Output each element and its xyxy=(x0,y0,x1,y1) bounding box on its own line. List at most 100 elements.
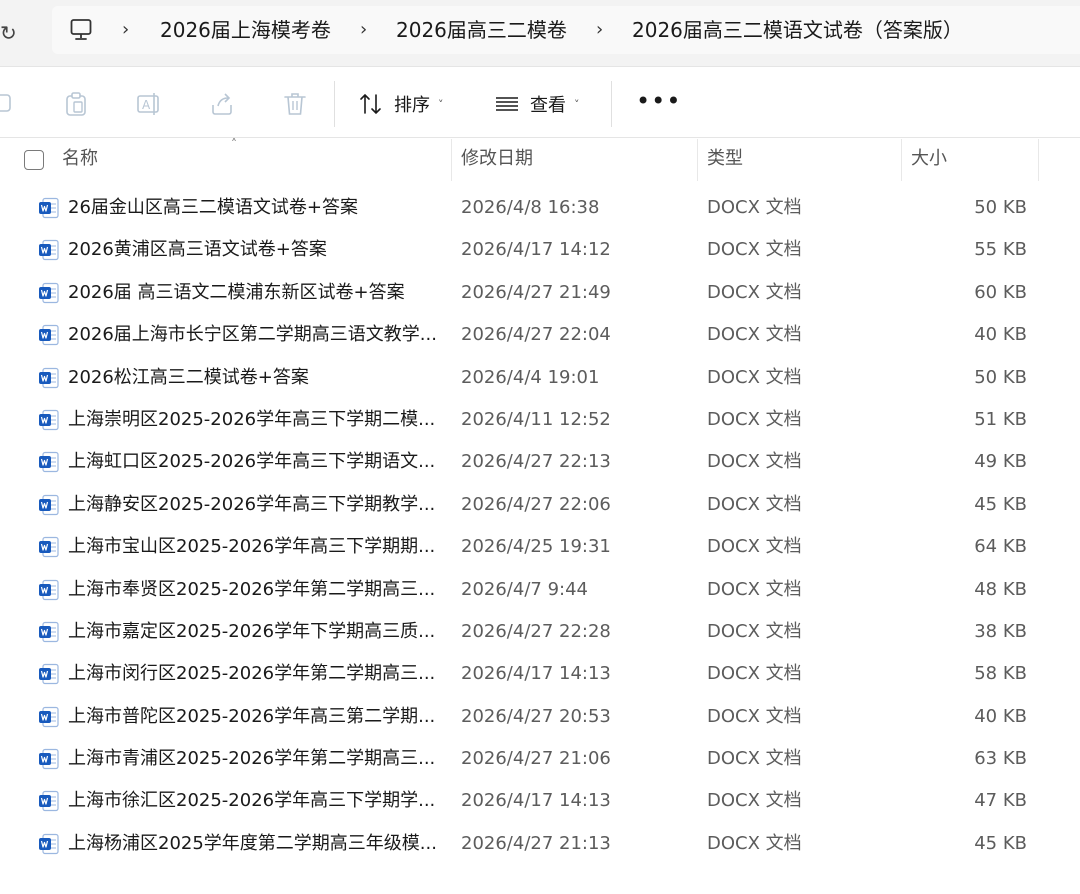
chevron-right-icon[interactable]: › xyxy=(596,18,603,42)
chevron-right-icon[interactable]: › xyxy=(122,18,129,42)
sort-icon xyxy=(360,93,381,115)
file-size: 64 KB xyxy=(974,536,1027,558)
rename-icon[interactable]: A xyxy=(136,91,162,117)
chevron-right-icon[interactable]: › xyxy=(360,18,367,42)
file-row[interactable]: 2026届上海市长宁区第二学期高三语文教学... 2026/4/27 22:04 D… xyxy=(0,314,1080,356)
file-size: 58 KB xyxy=(974,663,1027,685)
file-name: 上海市普陀区2025-2026学年高三第二学期... xyxy=(68,705,436,727)
chevron-down-icon: ˅ xyxy=(574,97,580,111)
file-row[interactable]: 上海市闵行区2025-2026学年第二学期高三... 2026/4/17 14:1… xyxy=(0,653,1080,695)
file-row[interactable]: 上海虹口区2025-2026学年高三下学期语文... 2026/4/27 22:1… xyxy=(0,441,1080,483)
file-modified-date: 2026/4/11 12:52 xyxy=(461,408,611,430)
file-modified-date: 2026/4/27 22:06 xyxy=(461,493,611,515)
file-modified-date: 2026/4/8 16:38 xyxy=(461,197,600,218)
file-name: 2026届 高三语文二模浦东新区试卷+答案 xyxy=(68,281,405,303)
file-type: DOCX 文档 xyxy=(707,536,802,558)
file-name: 2026届上海市长宁区第二学期高三语文教学... xyxy=(68,324,437,346)
file-modified-date: 2026/4/27 21:13 xyxy=(461,832,611,854)
column-divider[interactable] xyxy=(901,139,902,181)
delete-icon[interactable] xyxy=(282,91,308,117)
file-size: 48 KB xyxy=(974,578,1027,600)
breadcrumb-item-1[interactable]: 2026届上海模考卷 xyxy=(160,17,331,43)
file-type: DOCX 文档 xyxy=(707,408,802,430)
file-row[interactable]: 上海市青浦区2025-2026学年第二学期高三... 2026/4/27 21:0… xyxy=(0,738,1080,780)
breadcrumb-item-2[interactable]: 2026届高三二模卷 xyxy=(396,17,567,43)
sort-indicator-icon: ˄ xyxy=(231,137,237,151)
file-type: DOCX 文档 xyxy=(707,493,802,515)
view-button[interactable]: 查看 ˅ xyxy=(494,89,580,119)
file-type: DOCX 文档 xyxy=(707,832,802,854)
file-name: 上海市徐汇区2025-2026学年高三下学期学... xyxy=(68,790,436,812)
word-document-icon xyxy=(39,325,59,346)
word-document-icon xyxy=(39,240,59,261)
file-name: 26届金山区高三二模语文试卷+答案 xyxy=(68,197,358,218)
column-type-header[interactable]: 类型 xyxy=(707,147,743,171)
word-document-icon xyxy=(39,748,59,770)
file-type: DOCX 文档 xyxy=(707,197,802,218)
more-options-button[interactable]: ••• xyxy=(636,89,681,113)
file-size: 47 KB xyxy=(974,790,1027,812)
file-modified-date: 2026/4/27 22:13 xyxy=(461,451,611,473)
file-name: 上海杨浦区2025学年度第二学期高三年级模... xyxy=(68,832,437,854)
file-row[interactable]: 2026松江高三二模试卷+答案 2026/4/4 19:01 DOCX 文档 50 K… xyxy=(0,357,1080,399)
file-type: DOCX 文档 xyxy=(707,790,802,812)
file-type: DOCX 文档 xyxy=(707,451,802,473)
word-document-icon xyxy=(39,706,59,727)
file-modified-date: 2026/4/7 9:44 xyxy=(461,578,588,600)
file-row[interactable]: 上海市宝山区2025-2026学年高三下学期期... 2026/4/25 19:3… xyxy=(0,526,1080,568)
breadcrumb[interactable]: › 2026届上海模考卷 › 2026届高三二模卷 › 2026届高三二模语文试… xyxy=(52,6,1080,54)
column-divider[interactable] xyxy=(1038,139,1039,181)
file-row[interactable]: 上海崇明区2025-2026学年高三下学期二模... 2026/4/11 12:5… xyxy=(0,399,1080,441)
file-row[interactable]: 上海市普陀区2025-2026学年高三第二学期... 2026/4/27 20:5… xyxy=(0,696,1080,738)
column-header: ˄ 名称 修改日期 类型 大小 xyxy=(0,137,1080,181)
column-size-header[interactable]: 大小 xyxy=(911,147,947,171)
word-document-icon xyxy=(39,833,59,854)
file-row[interactable]: 2026黄浦区高三语文试卷+答案 2026/4/17 14:12 DOCX 文档 55… xyxy=(0,229,1080,271)
file-row[interactable]: 2026届 高三语文二模浦东新区试卷+答案 2026/4/27 21:49 DOCX… xyxy=(0,272,1080,314)
select-all-checkbox[interactable] xyxy=(24,150,44,170)
word-document-icon xyxy=(39,494,59,515)
column-date-header[interactable]: 修改日期 xyxy=(461,147,533,171)
file-type: DOCX 文档 xyxy=(707,324,802,346)
file-size: 40 KB xyxy=(974,705,1027,727)
file-name: 上海市宝山区2025-2026学年高三下学期期... xyxy=(68,536,436,558)
breadcrumb-item-3[interactable]: 2026届高三二模语文试卷（答案版） xyxy=(632,17,963,43)
file-type: DOCX 文档 xyxy=(707,663,802,685)
file-row[interactable]: 上海市奉贤区2025-2026学年第二学期高三... 2026/4/7 9:44 D… xyxy=(0,569,1080,611)
column-divider[interactable] xyxy=(697,139,698,181)
file-name: 2026黄浦区高三语文试卷+答案 xyxy=(68,239,327,261)
file-modified-date: 2026/4/17 14:13 xyxy=(461,663,611,685)
column-divider[interactable] xyxy=(451,139,452,181)
word-document-icon xyxy=(39,367,59,388)
share-icon[interactable] xyxy=(209,91,235,117)
file-name: 上海静安区2025-2026学年高三下学期教学... xyxy=(68,493,436,515)
toolbar-divider xyxy=(611,81,612,127)
word-document-icon xyxy=(39,409,59,431)
sort-button[interactable]: 排序 ˅ xyxy=(358,89,444,119)
file-row[interactable]: 26届金山区高三二模语文试卷+答案 2026/4/8 16:38 DOCX 文档 50… xyxy=(0,187,1080,229)
word-document-icon xyxy=(39,452,59,473)
file-row[interactable]: 上海杨浦区2025学年度第二学期高三年级模... 2026/4/27 21:13 D… xyxy=(0,823,1080,865)
column-name-header[interactable]: 名称 xyxy=(62,147,98,171)
file-size: 51 KB xyxy=(974,408,1027,430)
file-name: 上海市嘉定区2025-2026学年下学期高三质... xyxy=(68,620,436,642)
file-row[interactable]: 上海市嘉定区2025-2026学年下学期高三质... 2026/4/27 22:2… xyxy=(0,611,1080,653)
word-document-icon xyxy=(39,537,59,558)
file-modified-date: 2026/4/27 22:28 xyxy=(461,620,611,642)
file-row[interactable]: 上海市徐汇区2025-2026学年高三下学期学... 2026/4/17 14:1… xyxy=(0,780,1080,822)
refresh-icon[interactable]: ↻ xyxy=(0,18,17,48)
file-modified-date: 2026/4/25 19:31 xyxy=(461,536,611,558)
word-document-icon xyxy=(39,621,59,643)
file-size: 40 KB xyxy=(974,324,1027,346)
word-document-icon xyxy=(39,664,59,685)
file-row[interactable]: 上海静安区2025-2026学年高三下学期教学... 2026/4/27 22:0… xyxy=(0,484,1080,526)
file-size: 50 KB xyxy=(974,366,1027,388)
file-size: 63 KB xyxy=(974,748,1027,770)
computer-icon[interactable] xyxy=(70,18,92,42)
file-size: 50 KB xyxy=(974,197,1027,218)
file-type: DOCX 文档 xyxy=(707,705,802,727)
paste-icon[interactable] xyxy=(63,91,89,117)
file-type: DOCX 文档 xyxy=(707,620,802,642)
copy-icon[interactable] xyxy=(0,91,16,117)
file-modified-date: 2026/4/17 14:13 xyxy=(461,790,611,812)
